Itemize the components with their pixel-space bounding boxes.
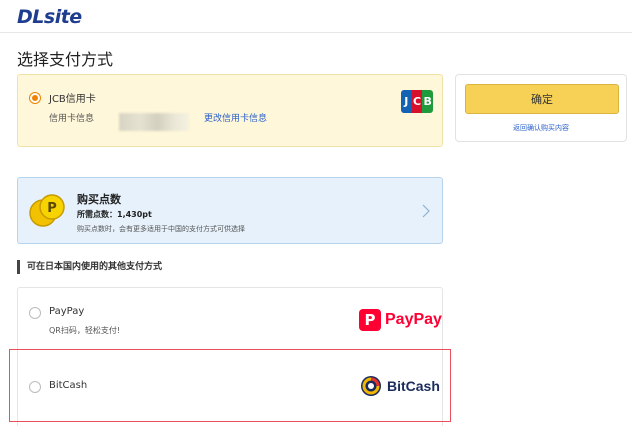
confirm-panel: 确定 返回确认购买内容 <box>455 74 627 142</box>
buy-points-card[interactable]: P 购买点数 所需点数：1,430pt 购买点数时，会有更多适用于中国的支付方式… <box>17 177 443 244</box>
header: DLsite <box>0 0 632 33</box>
jcb-radio[interactable] <box>29 92 41 104</box>
paypay-name[interactable]: PayPay <box>49 306 84 317</box>
paypay-logo: P PayPay <box>359 309 442 331</box>
change-card-link[interactable]: 更改信用卡信息 <box>204 111 267 124</box>
jcb-logo-b: B <box>422 90 433 113</box>
chevron-right-icon <box>422 204 430 218</box>
dlsite-logo[interactable]: DLsite <box>17 6 82 28</box>
paypay-logo-text: PayPay <box>385 311 442 328</box>
back-to-confirm-link[interactable]: 返回确认购买内容 <box>456 123 626 133</box>
jcb-method-name: JCB信用卡 <box>49 94 96 105</box>
jcb-logo-j: J <box>401 90 412 113</box>
points-title: 购买点数 <box>77 193 121 206</box>
paypay-radio[interactable] <box>29 307 41 319</box>
card-info-label: 信用卡信息 <box>49 114 95 124</box>
paypay-description: QR扫码，轻松支付! <box>49 326 121 335</box>
svg-text:P: P <box>47 201 57 216</box>
page-title: 选择支付方式 <box>17 50 114 69</box>
points-coin-icon: P <box>29 194 65 227</box>
jcb-logo: J C B <box>401 90 433 113</box>
selected-payment-card[interactable]: JCB信用卡 信用卡信息 更改信用卡信息 J C B <box>17 74 443 147</box>
jcb-logo-c: C <box>411 90 423 113</box>
paypay-logo-mark: P <box>359 309 381 331</box>
highlight-frame <box>9 349 451 422</box>
points-required: 所需点数：1,430pt <box>77 210 152 219</box>
masked-card-number <box>119 113 189 131</box>
confirm-button[interactable]: 确定 <box>465 84 619 114</box>
points-note: 购买点数时，会有更多适用于中国的支付方式可供选择 <box>77 225 245 233</box>
other-methods-heading: 可在日本国内使用的其他支付方式 <box>17 260 162 274</box>
